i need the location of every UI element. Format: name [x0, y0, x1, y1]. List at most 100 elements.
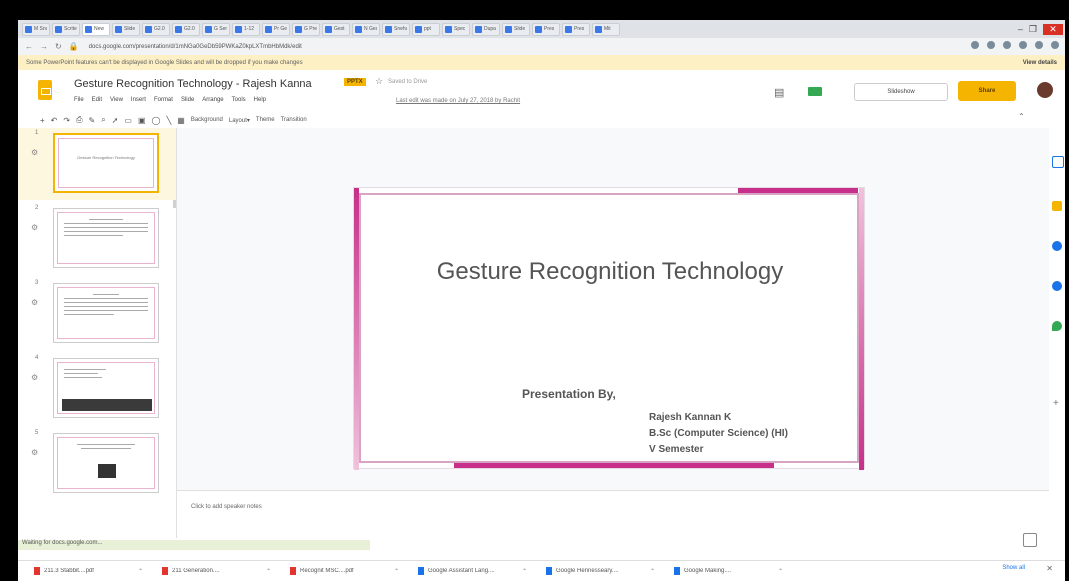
browser-tab[interactable]: G Serv	[202, 22, 230, 36]
slide-thumbnail[interactable]	[53, 433, 159, 493]
filmstrip-slide[interactable]: 2 ⚙	[18, 203, 176, 275]
browser-tab[interactable]: N Gest	[352, 22, 380, 36]
browser-tab[interactable]: Pres	[532, 22, 560, 36]
extension-icon[interactable]	[1019, 41, 1027, 49]
slide-thumbnail[interactable]	[53, 283, 159, 343]
browser-tab[interactable]: Sneha	[382, 22, 410, 36]
image-icon[interactable]: ▣	[138, 116, 146, 125]
maps-icon[interactable]	[1052, 321, 1062, 331]
bookmark-star-icon[interactable]	[1003, 41, 1011, 49]
view-details-link[interactable]: View details	[1023, 60, 1057, 66]
filmstrip-slide[interactable]: 3 ⚙	[18, 278, 176, 350]
menu-format[interactable]: Format	[154, 97, 173, 103]
download-item[interactable]: Recognit MSC....pdf ⌃	[290, 567, 408, 575]
comment-icon[interactable]: ▦	[177, 116, 185, 125]
zoom-icon[interactable]: ⌕	[101, 115, 105, 125]
toolbar-theme[interactable]: Theme	[256, 117, 275, 123]
menu-file[interactable]: File	[74, 97, 84, 103]
new-slide-icon[interactable]: +	[40, 116, 45, 125]
slide-thumbnail[interactable]	[53, 208, 159, 268]
chevron-up-icon[interactable]: ⌃	[266, 568, 271, 575]
close-icon[interactable]: ✕	[1046, 564, 1053, 573]
chevron-up-icon[interactable]: ⌃	[522, 568, 527, 575]
browser-tab[interactable]: Mit	[592, 22, 620, 36]
redo-icon[interactable]: ↷	[63, 116, 70, 125]
keep-icon[interactable]	[1052, 201, 1062, 211]
slide-thumbnail[interactable]: Gesture Recognition Technology	[53, 133, 159, 193]
extension-icon[interactable]	[971, 41, 979, 49]
close-window-button[interactable]: ✕	[1043, 23, 1063, 35]
speaker-notes[interactable]: Click to add speaker notes	[177, 490, 1049, 539]
menu-help[interactable]: Help	[254, 97, 266, 103]
filmstrip-slide[interactable]: 1 ⚙ Gesture Recognition Technology	[18, 128, 176, 200]
minimize-button[interactable]: –	[1018, 24, 1023, 34]
chevron-up-icon[interactable]: ⌃	[778, 568, 783, 575]
download-item[interactable]: 211.3 Stabbit....pdf ⌃	[34, 567, 152, 575]
filmstrip-slide[interactable]: 4 ⚙	[18, 353, 176, 425]
last-edit-link[interactable]: Last edit was made on July 27, 2018 by R…	[396, 98, 520, 104]
browser-tab[interactable]: Pr Gest	[262, 22, 290, 36]
url-field[interactable]: docs.google.com/presentation/d/1mNGa0GeD…	[89, 44, 302, 50]
share-button[interactable]: Share	[958, 81, 1016, 101]
browser-tab[interactable]: M Sns	[22, 22, 50, 36]
select-icon[interactable]: ➚	[112, 116, 119, 125]
slideshow-button[interactable]: Slideshow	[854, 83, 948, 101]
browser-tab[interactable]: Spec	[442, 22, 470, 36]
download-item[interactable]: Google Making.... ⌃	[674, 567, 792, 575]
comment-history-icon[interactable]: ▤	[774, 86, 784, 99]
show-all-downloads-link[interactable]: Show all	[1002, 565, 1025, 571]
extension-icon[interactable]	[1035, 41, 1043, 49]
add-addon-icon[interactable]: +	[1053, 398, 1059, 409]
browser-tab-active[interactable]: New	[82, 22, 110, 36]
chevron-up-icon[interactable]: ⌃	[138, 568, 143, 575]
browser-tab[interactable]: Scrite	[52, 22, 80, 36]
slides-logo-icon[interactable]	[38, 80, 52, 100]
browser-tab[interactable]: Slide	[502, 22, 530, 36]
browser-tab[interactable]: G2.0	[142, 22, 170, 36]
menu-view[interactable]: View	[110, 97, 123, 103]
browser-tab[interactable]: G2.0	[172, 22, 200, 36]
download-item[interactable]: 211 Generation.... ⌃	[162, 567, 280, 575]
slide-thumbnail[interactable]	[53, 358, 159, 418]
menu-edit[interactable]: Edit	[92, 97, 102, 103]
save-status[interactable]: Saved to Drive	[388, 79, 427, 85]
meet-icon[interactable]	[808, 87, 822, 96]
shape-icon[interactable]: ◯	[152, 116, 161, 125]
back-icon[interactable]: ←	[25, 42, 33, 51]
explore-button[interactable]	[1023, 533, 1037, 547]
document-title[interactable]: Gesture Recognition Technology - Rajesh …	[74, 78, 312, 90]
browser-tab[interactable]: G Pres	[292, 22, 320, 36]
star-icon[interactable]: ☆	[375, 76, 383, 87]
browser-tab[interactable]: Slide	[112, 22, 140, 36]
paint-format-icon[interactable]: ✎	[88, 116, 95, 125]
slide-presented-by[interactable]: Presentation By,	[522, 387, 616, 401]
download-item[interactable]: Google Assistant Lang.... ⌃	[418, 567, 536, 575]
chevron-up-icon[interactable]: ⌃	[394, 568, 399, 575]
filmstrip-slide[interactable]: 5 ⚙	[18, 428, 176, 500]
reload-icon[interactable]: ↻	[55, 42, 62, 51]
browser-tab[interactable]: Dupa	[472, 22, 500, 36]
browser-tab[interactable]: ppt	[412, 22, 440, 36]
browser-tab[interactable]: 1-12	[232, 22, 260, 36]
calendar-icon[interactable]	[1052, 156, 1064, 168]
menu-tools[interactable]: Tools	[232, 97, 246, 103]
toolbar-background[interactable]: Background	[191, 117, 223, 123]
avatar[interactable]	[1037, 82, 1053, 98]
chevron-up-icon[interactable]: ⌃	[650, 568, 655, 575]
undo-icon[interactable]: ↶	[51, 116, 58, 125]
slide-author-block[interactable]: Rajesh Kannan K B.Sc (Computer Science) …	[649, 410, 788, 458]
menu-arrange[interactable]: Arrange	[202, 97, 223, 103]
browser-tab[interactable]: Pres	[562, 22, 590, 36]
collapse-toolbar-icon[interactable]: ⌃	[1018, 112, 1025, 121]
maximize-button[interactable]: ❐	[1029, 24, 1037, 35]
current-slide[interactable]: Gesture Recognition Technology Presentat…	[353, 187, 866, 470]
forward-icon[interactable]: →	[40, 42, 48, 51]
profile-icon[interactable]	[1051, 41, 1059, 49]
extension-icon[interactable]	[987, 41, 995, 49]
print-icon[interactable]: ⎙	[76, 115, 82, 125]
toolbar-layout[interactable]: Layout▾	[229, 117, 250, 124]
download-item[interactable]: Google Hennesseary.... ⌃	[546, 567, 664, 575]
toolbar-transition[interactable]: Transition	[281, 117, 307, 123]
slide-title[interactable]: Gesture Recognition Technology	[354, 258, 866, 286]
line-icon[interactable]: ╲	[166, 116, 171, 125]
